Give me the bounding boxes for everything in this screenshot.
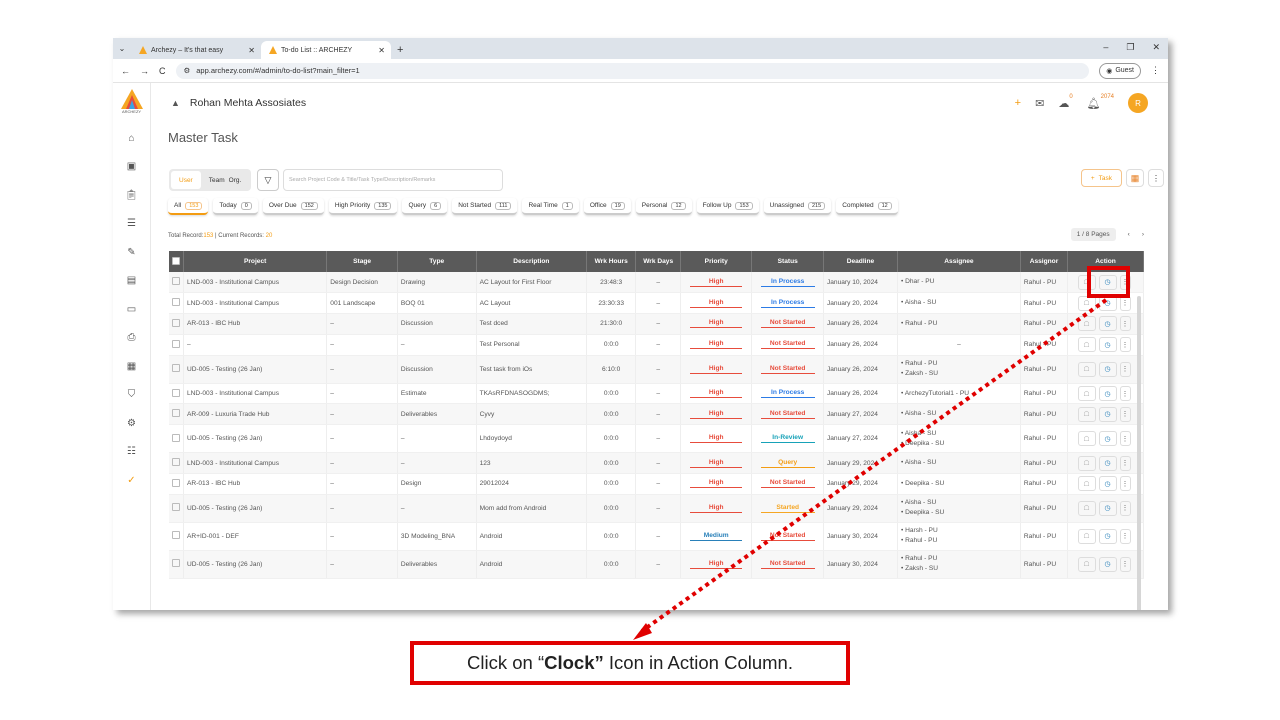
callout-text-bold: Clock” (544, 652, 604, 673)
callout-text-before: Click on “ (467, 652, 545, 673)
instruction-callout: Click on “Clock” Icon in Action Column. (410, 641, 850, 685)
callout-text-after: Icon in Action Column. (603, 652, 793, 673)
callout-arrow (633, 298, 1108, 640)
